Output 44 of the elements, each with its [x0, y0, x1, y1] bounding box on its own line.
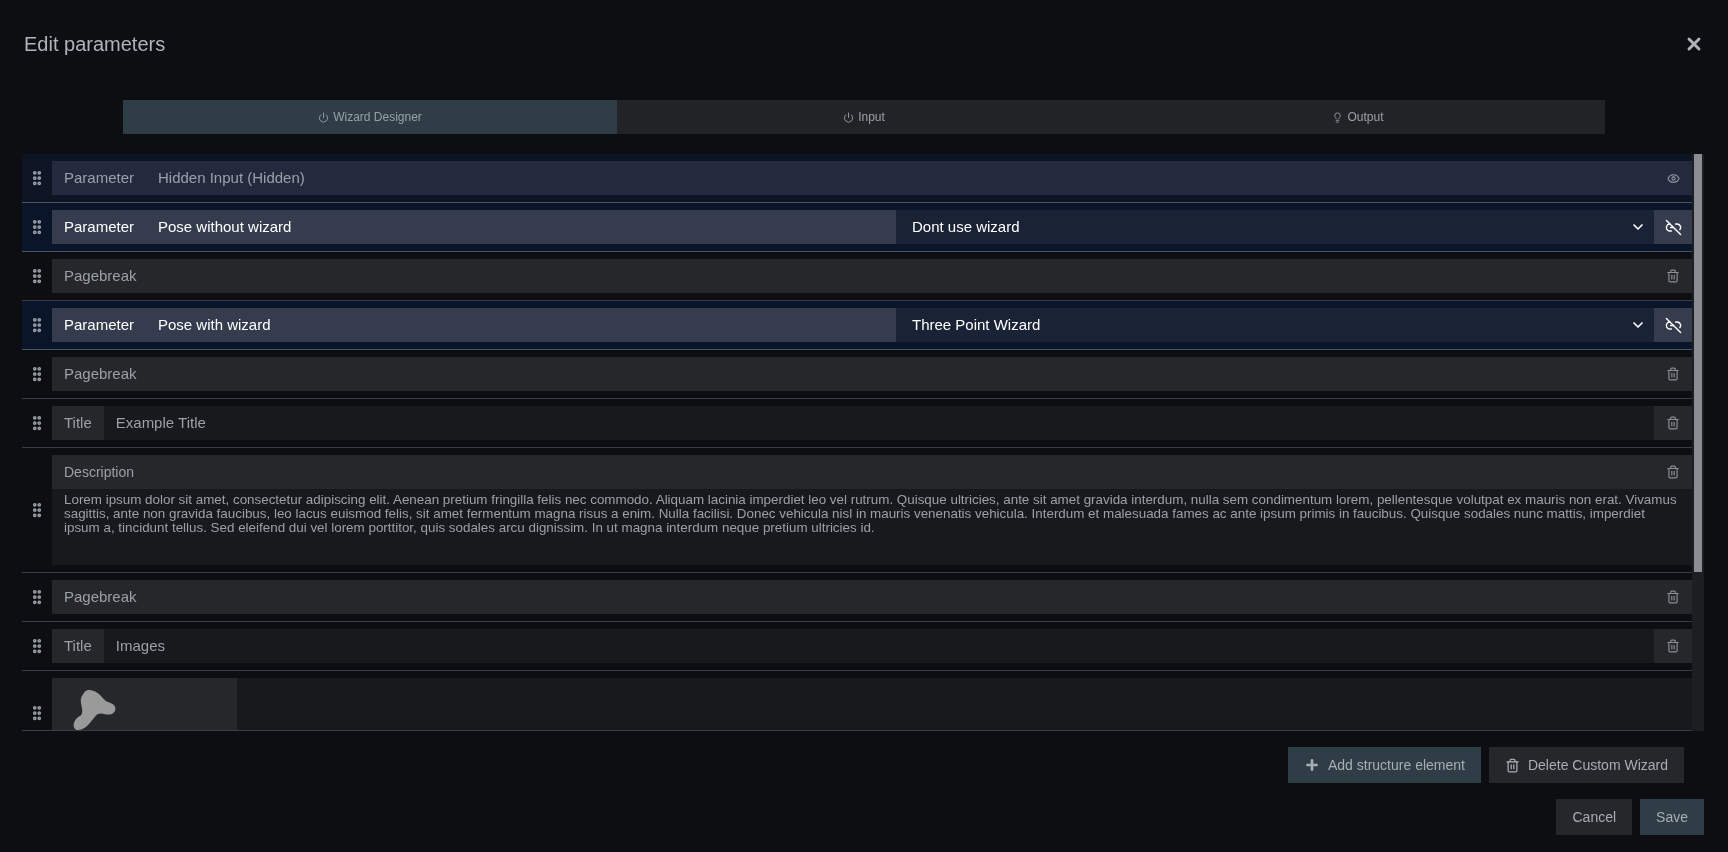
- lightbulb-icon: [1332, 111, 1344, 123]
- power-icon: [318, 111, 330, 123]
- trash-icon: [1666, 590, 1680, 604]
- title-label: Title: [52, 629, 104, 663]
- wizard-dropdown[interactable]: Dont use wizard: [896, 210, 1654, 244]
- parameter-name: Pose with wizard: [146, 308, 896, 342]
- pagebreak-label: Pagebreak: [63, 586, 138, 607]
- title-value[interactable]: Example Title: [103, 411, 1654, 435]
- eye-icon[interactable]: [1667, 171, 1680, 185]
- pagebreak-label: Pagebreak: [63, 363, 138, 384]
- cancel-button[interactable]: Cancel: [1556, 799, 1633, 835]
- parameter-label: Parameter: [63, 167, 136, 188]
- dialog-title: Edit parameters: [24, 32, 166, 57]
- tab[interactable]: Input: [617, 100, 1111, 134]
- save-button[interactable]: Save: [1640, 799, 1704, 835]
- delete-button[interactable]: [1654, 629, 1692, 663]
- parameter-label: Parameter: [52, 308, 146, 342]
- unlink-icon: [1664, 316, 1682, 334]
- description-label: Description: [63, 462, 136, 482]
- parameter-name: Pose without wizard: [146, 210, 896, 244]
- unlink-icon: [1664, 218, 1682, 236]
- title-label: Title: [52, 406, 104, 440]
- parameter-name: Hidden Input (Hidden): [157, 167, 306, 188]
- trash-icon: [1666, 416, 1680, 430]
- description-textarea[interactable]: Lorem ipsum dolor sit amet, consectetur adipiscing elit. Aenean pretium fringilla felis nec commodo. Aliquam lacinia imperdiet leo vel rutrum. Quisque ultricies, ante sit amet gravida interdum, nulla sem condimentum lorem, pellentesque volutpat ex mauris non erat. Vivamus sagittis, ante non gravida faucibus, leo lacus euismod felis, sit amet fermentum magna risus a enim. Nulla facilisi. Donec vehicula nisl in mauris venenatis vehicula. Interdum et malesuada fames ac ante ipsum primis in faucibus. Quisque sodales nunc mattis, imperdiet ipsum a, tincidunt tellus. Sed eleifend dui vel lorem porttitor, quis sodales arcu dignissim. In ut magna interdum neque pretium ultricies id.: [52, 489, 1692, 565]
- pagebreak-label: Pagebreak: [63, 265, 138, 286]
- trash-icon: [1666, 367, 1680, 381]
- unlink-button[interactable]: [1654, 308, 1692, 342]
- scrollbar[interactable]: [1692, 154, 1704, 731]
- unlink-button[interactable]: [1654, 210, 1692, 244]
- tab[interactable]: Wizard Designer: [123, 100, 617, 134]
- delete-wizard-button[interactable]: Delete Custom Wizard: [1488, 747, 1684, 783]
- parameter-label: Parameter: [52, 210, 146, 244]
- plus-icon: [1304, 757, 1320, 773]
- power-icon: [843, 111, 855, 123]
- trash-icon: [1504, 757, 1520, 773]
- tab[interactable]: Output: [1111, 100, 1605, 134]
- trash-icon: [1666, 465, 1680, 479]
- wizard-dropdown[interactable]: Three Point Wizard: [896, 308, 1654, 342]
- delete-button[interactable]: [1654, 406, 1692, 440]
- trash-icon: [1666, 269, 1680, 283]
- trash-icon: [1666, 639, 1680, 653]
- title-value[interactable]: Images: [103, 634, 1654, 658]
- add-element-button[interactable]: Add structure element: [1288, 747, 1481, 783]
